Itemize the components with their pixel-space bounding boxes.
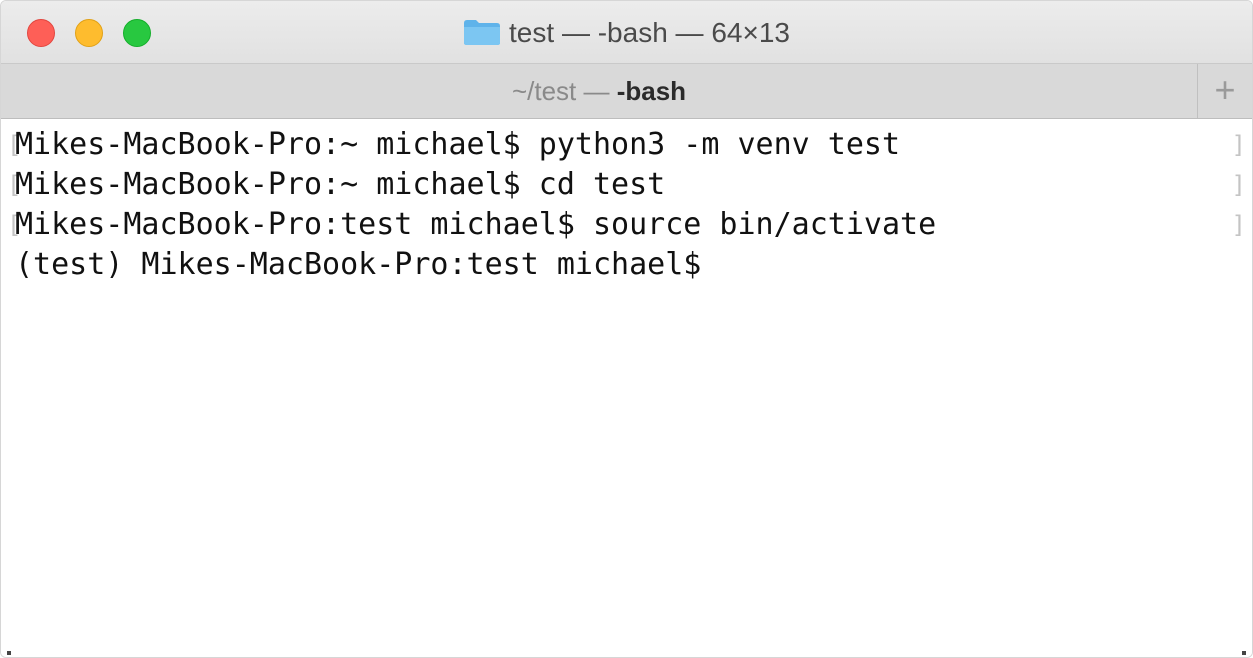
tab-path: ~/test — — [511, 76, 617, 106]
terminal-content[interactable]: [ [ [ Mikes-MacBook-Pro:~ michael$ pytho… — [1, 119, 1252, 657]
title-bar[interactable]: test — -bash — 64×13 — [1, 1, 1252, 63]
tab-bash[interactable]: ~/test — -bash — [1, 64, 1197, 118]
line-mark-right: ] — [1231, 171, 1246, 199]
folder-icon — [464, 19, 501, 45]
terminal-window: test — -bash — 64×13 ~/test — -bash + [ … — [0, 0, 1253, 658]
line-mark-right: ] — [1231, 211, 1246, 239]
window-title-container: test — -bash — 64×13 — [1, 15, 1252, 51]
terminal-line: Mikes-MacBook-Pro:~ michael$ python3 -m … — [15, 127, 901, 162]
tab-bar: ~/test — -bash + — [1, 63, 1252, 119]
new-tab-button[interactable]: + — [1197, 64, 1252, 118]
terminal-line: Mikes-MacBook-Pro:test michael$ source b… — [15, 207, 937, 242]
terminal-line: (test) Mikes-MacBook-Pro:test michael$ — [15, 247, 702, 282]
window-title: test — -bash — 64×13 — [509, 17, 790, 48]
corner-mark — [1242, 651, 1246, 655]
line-mark-right: ] — [1231, 131, 1246, 159]
corner-mark — [7, 651, 11, 655]
terminal-line: Mikes-MacBook-Pro:~ michael$ cd test — [15, 167, 666, 202]
tab-process: -bash — [616, 76, 687, 106]
